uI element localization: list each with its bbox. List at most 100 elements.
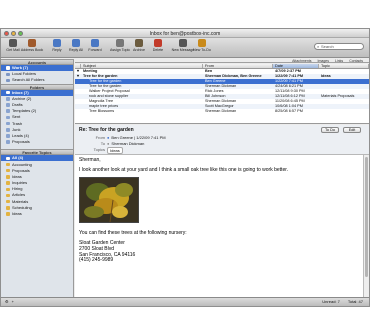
window-title: Inbox for ben@postbox-inc.com: [149, 31, 221, 37]
tag-icon: [116, 39, 124, 47]
sidebar-item-label: Proposals: [12, 167, 30, 173]
search-input[interactable]: ⌕ Search: [314, 43, 364, 50]
column-header[interactable]: From: [203, 64, 273, 68]
title-bar: Inbox for ben@postbox-inc.com: [1, 29, 369, 38]
scroll-thumb[interactable]: [365, 157, 368, 277]
sidebar-item-label: Ideas: [12, 173, 22, 179]
sidebar-item-label: Leads (4): [12, 132, 29, 138]
archive-icon: [135, 39, 143, 47]
filter-item[interactable]: Contacts: [349, 59, 363, 63]
delete-icon: [154, 39, 162, 47]
toolbar-button-label: Assign Topic: [109, 48, 131, 52]
folder-icon: [6, 168, 10, 173]
toolbar-button[interactable]: Reply: [48, 39, 66, 52]
folder-icon: [6, 193, 10, 198]
filter-item[interactable]: Images: [318, 59, 329, 63]
folder-icon: [6, 128, 10, 132]
address-book-icon: [28, 39, 36, 47]
gear-icon[interactable]: ⚙: [5, 298, 9, 306]
sidebar-item-label: Local Folders: [12, 71, 37, 77]
reply-icon: [53, 39, 61, 47]
reply-all-icon: [72, 39, 80, 47]
sidebar-item-label: Ideas: [12, 211, 22, 217]
toolbar-button[interactable]: New To-Do: [193, 39, 211, 52]
topic-tag[interactable]: Ideas: [107, 147, 123, 154]
row-from: Sherman Dickman: [205, 109, 237, 113]
status-bar: ⚙ + Unread: 7 Total: 47: [1, 297, 369, 306]
sidebar-item-label: Junk: [12, 126, 21, 132]
search-icon: ⌕: [317, 44, 320, 49]
table-row[interactable]: Tree Blossoms Sherman Dickman 8/25/08 6:57…: [75, 109, 369, 114]
sidebar-item-label: Hiring: [12, 186, 23, 192]
filter-item[interactable]: Links: [335, 59, 343, 63]
mail-window: Inbox for ben@postbox-inc.com Get Mail Ad…: [0, 28, 370, 307]
preview-header: Re: Tree for the garden To Do Edit From …: [75, 125, 369, 155]
topics-key: Topics: [93, 147, 105, 152]
sidebar-item-label: Trash: [12, 120, 23, 126]
forward-icon: [91, 39, 99, 47]
folder-icon: [6, 115, 10, 120]
filter-item[interactable]: Attachments: [292, 59, 311, 63]
from-key: From: [95, 135, 105, 140]
toolbar-button[interactable]: Forward: [86, 39, 104, 52]
toolbar-button[interactable]: Address Book: [20, 39, 44, 52]
oak-leaves-photo: [79, 177, 139, 224]
toolbar-button-label: Reply All: [69, 48, 83, 52]
sidebar-item-label: Drafts: [12, 102, 23, 108]
toolbar-button-label: Address Book: [20, 48, 44, 52]
sidebar-item-label: Inbox (7): [12, 89, 29, 95]
folder-icon: [6, 109, 10, 113]
folder-icon: [6, 187, 10, 192]
column-header[interactable]: Subject: [81, 64, 203, 68]
contact-icon: ●: [107, 135, 110, 140]
oak-leaves-image: [80, 178, 138, 223]
to-value[interactable]: Sherman Dickman: [111, 141, 144, 146]
toolbar-button-label: Forward: [88, 48, 102, 52]
add-icon[interactable]: +: [12, 298, 14, 306]
toolbar-button-label: Delete: [152, 48, 164, 52]
toolbar-button[interactable]: Archive: [130, 39, 148, 52]
column-header[interactable]: Topic: [319, 64, 369, 68]
preview-subject: Re: Tree for the garden: [79, 127, 134, 133]
sidebar-item-label: Materials: [12, 198, 29, 204]
unread-count: Unread: 7: [322, 299, 340, 304]
body-paragraph: You can find these trees at the followin…: [79, 230, 187, 237]
total-count: Total: 47: [347, 299, 363, 304]
toolbar-button-label: Get Mail: [6, 48, 20, 52]
folder-icon: [6, 162, 10, 167]
search-placeholder: Search: [321, 44, 334, 49]
sidebar-item-label: Articles: [12, 192, 26, 198]
toolbar-button-label: Archive: [133, 48, 145, 52]
toolbar-button[interactable]: New Message: [171, 39, 195, 52]
column-header[interactable]: Date: [273, 64, 319, 68]
sidebar-item-label: Work (7): [12, 65, 28, 71]
folder-icon: [6, 206, 10, 210]
todo-icon: [198, 39, 206, 47]
filter-bar: Attachments Images Links Contacts: [75, 59, 369, 63]
folder-icon: [6, 199, 10, 204]
to-key: To: [100, 141, 105, 146]
sidebar-item[interactable]: Ideas: [1, 211, 73, 217]
sidebar-item-label: Sent: [12, 114, 21, 120]
folder-icon: [6, 90, 10, 95]
from-value[interactable]: Ben Greene | 1/22/09 7:41 PM: [111, 135, 165, 140]
toolbar-button[interactable]: Delete: [149, 39, 167, 52]
toolbar-button-label: New Message: [171, 48, 195, 52]
row-topic: [319, 109, 369, 114]
toolbar-button[interactable]: Get Mail: [4, 39, 22, 52]
preview-scrollbar[interactable]: [363, 155, 369, 297]
todo-button[interactable]: To Do: [321, 127, 339, 133]
folder-icon: [6, 156, 10, 161]
edit-button[interactable]: Edit: [343, 127, 361, 133]
toolbar-button[interactable]: Assign Topic: [109, 39, 131, 52]
sidebar-item-label: Accounting: [12, 161, 32, 167]
compose-icon: [179, 39, 187, 47]
folder-icon: [6, 181, 10, 185]
toolbar-button[interactable]: Reply All: [67, 39, 85, 52]
folder-icon: [6, 103, 10, 107]
address-line: (415) 245-9989: [79, 257, 114, 264]
contact-icon: ●: [107, 141, 110, 146]
body-paragraph: I look another look at your yard and I t…: [79, 166, 289, 173]
sidebar: Accounts Work (7) Local Folders Search All…: [1, 59, 74, 297]
row-date: 8/25/08 6:57 PM: [275, 109, 303, 113]
